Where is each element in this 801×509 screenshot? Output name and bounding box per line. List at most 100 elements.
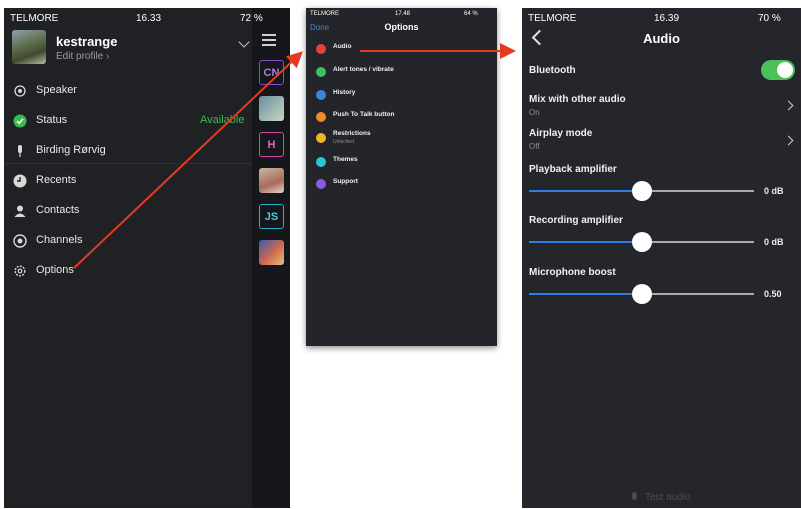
chevron-right-icon (783, 100, 794, 111)
hamburger-icon[interactable] (262, 34, 276, 49)
radio-button-icon (13, 234, 27, 248)
channel-tile-js[interactable]: JS (259, 204, 284, 229)
menu-item-label: Channels (36, 234, 83, 246)
option-label: Themes (333, 156, 358, 163)
option-label: Push To Talk button (333, 111, 395, 118)
status-bar: TELMORE 16.33 72 % (4, 8, 290, 28)
mix-audio-value: On (529, 108, 540, 117)
option-history[interactable]: History (306, 85, 497, 105)
slider-fill (529, 241, 642, 243)
chevron-right-icon (783, 135, 794, 146)
slider-fill (529, 190, 642, 192)
option-label: Restrictions (333, 130, 371, 137)
speaker-icon (316, 44, 326, 54)
options-screen: TELMORE 17.48 64 % Done Options Audio Al… (306, 8, 497, 346)
carrier-label: TELMORE (528, 13, 577, 24)
palette-icon (316, 157, 326, 167)
lifebuoy-icon (316, 179, 326, 189)
main-screen: TELMORE 16.33 72 % kestrange Edit profil… (4, 8, 290, 508)
recording-amplifier-label: Recording amplifier (529, 215, 623, 226)
airplay-mode-row[interactable]: Airplay mode Off (522, 128, 801, 156)
option-alert-tones[interactable]: Alert tones / vibrate (306, 62, 497, 82)
carrier-label: TELMORE (10, 13, 59, 24)
menu-item-label: Recents (36, 174, 77, 186)
page-title: Audio (643, 31, 680, 46)
test-audio-label: Test audio (645, 492, 691, 503)
recording-amplifier-value: 0 dB (764, 237, 784, 247)
bluetooth-label: Bluetooth (529, 65, 576, 76)
bluetooth-toggle[interactable] (761, 60, 795, 80)
clock-label: 17.48 (395, 11, 411, 17)
option-audio[interactable]: Audio (306, 39, 497, 59)
channel-tile-photo[interactable] (259, 240, 284, 265)
gear-icon (14, 265, 26, 277)
ptt-icon (316, 112, 326, 122)
clock-icon (13, 174, 27, 188)
option-label: History (333, 89, 356, 96)
clock-label: 16.33 (136, 13, 162, 24)
menu-item-speaker[interactable]: Speaker (4, 77, 252, 107)
history-icon (316, 90, 326, 100)
channel-tile-h[interactable]: H (259, 132, 284, 157)
airplay-value: Off (529, 142, 540, 151)
menu-item-recents[interactable]: Recents (4, 167, 252, 197)
option-sublabel: Unlocked (333, 139, 354, 145)
menu-item-label: Birding Rørvig (36, 144, 106, 156)
waveform-icon (316, 67, 326, 77)
playback-amplifier-value: 0 dB (764, 186, 784, 196)
toggle-knob (777, 62, 793, 78)
option-label: Support (333, 178, 358, 185)
recording-amplifier-slider[interactable] (529, 232, 754, 252)
slider-fill (529, 293, 642, 295)
clock-label: 16.39 (654, 13, 680, 24)
menu-item-contacts[interactable]: Contacts (4, 197, 252, 227)
menu-item-options[interactable]: Options (4, 257, 252, 287)
profile-header[interactable]: kestrange Edit profile › (12, 28, 250, 68)
option-label: Audio (333, 43, 352, 50)
menu-item-label: Speaker (36, 84, 77, 96)
menu-item-label: Contacts (36, 204, 80, 216)
battery-label: 72 % (240, 13, 263, 24)
person-icon (14, 205, 26, 217)
test-audio-button[interactable]: Test audio (632, 492, 691, 503)
microphone-boost-label: Microphone boost (529, 267, 616, 278)
option-restrictions[interactable]: Restrictions Unlocked (306, 127, 497, 151)
page-title: Options (384, 22, 419, 32)
avatar (12, 30, 46, 64)
airplay-label: Airplay mode (529, 128, 593, 139)
option-support[interactable]: Support (306, 174, 497, 194)
profile-name: kestrange (56, 34, 118, 49)
slider-thumb[interactable] (631, 284, 652, 304)
option-label: Alert tones / vibrate (333, 66, 394, 73)
chevron-down-icon[interactable] (238, 36, 250, 48)
menu-item-label: Options (36, 264, 74, 276)
menu-divider (4, 163, 252, 164)
slider-thumb[interactable] (631, 232, 652, 252)
channel-tile-cn[interactable]: CN (259, 60, 284, 85)
edit-profile-link[interactable]: Edit profile › (56, 51, 109, 62)
slider-thumb[interactable] (631, 181, 652, 201)
options-nav-bar: Done Options (306, 20, 497, 38)
contact-tile-avatar[interactable] (259, 168, 284, 193)
speaker-icon (14, 85, 26, 97)
playback-amplifier-slider[interactable] (529, 181, 754, 201)
microphone-boost-slider[interactable] (529, 284, 754, 304)
playback-amplifier-label: Playback amplifier (529, 164, 617, 175)
channel-tile-image[interactable] (259, 96, 284, 121)
status-value: Available (200, 114, 245, 126)
option-themes[interactable]: Themes (306, 152, 497, 172)
carrier-label: TELMORE (310, 11, 340, 17)
battery-label: 64 % (464, 11, 478, 17)
mix-audio-row[interactable]: Mix with other audio On (522, 94, 801, 122)
check-circle-icon (13, 114, 27, 128)
battery-label: 70 % (758, 13, 781, 24)
menu-item-channels[interactable]: Channels (4, 227, 252, 257)
audio-screen: TELMORE 16.39 70 % Audio Bluetooth Mix w… (522, 8, 801, 508)
menu-item-label: Status (36, 114, 68, 126)
mix-audio-label: Mix with other audio (529, 94, 626, 105)
option-ptt-button[interactable]: Push To Talk button (306, 107, 497, 127)
status-bar: TELMORE 16.39 70 % (522, 8, 801, 28)
menu-item-status[interactable]: Status Available (4, 107, 252, 137)
microphone-boost-value: 0.50 (764, 289, 782, 299)
lock-icon (316, 133, 326, 143)
